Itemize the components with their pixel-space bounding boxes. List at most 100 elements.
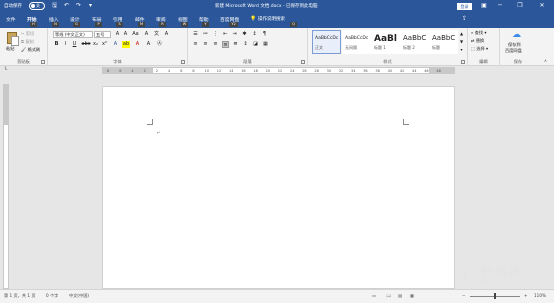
styles-more-icon[interactable]: ▾ (458, 46, 465, 53)
style-item[interactable]: AaBl 标题 1 (371, 30, 400, 54)
status-bar: 第 1 页，共 1 页 0 个字 中文(中国) ▭ 📖 ▤ ▦ − + 110% (0, 289, 554, 303)
find-button[interactable]: ⌕ 查找 ▾ (471, 30, 487, 36)
web-layout-icon[interactable]: ▦ (410, 293, 414, 298)
styles-scroll-down-icon[interactable]: ▼ (458, 38, 465, 45)
paste-icon[interactable] (7, 32, 19, 46)
vertical-ruler[interactable] (3, 84, 9, 289)
shrink-font-icon[interactable]: A (122, 31, 129, 38)
page-count[interactable]: 第 1 页，共 1 页 (4, 293, 36, 299)
baidu-cloud-icon[interactable]: ☁ (512, 30, 521, 40)
undo-icon[interactable]: ↶ (64, 2, 69, 10)
grow-font-icon[interactable]: A (114, 31, 121, 38)
tab-selector-icon[interactable]: └ (4, 67, 7, 73)
read-mode-icon[interactable]: 📖 (386, 293, 391, 299)
highlight-icon[interactable]: ab (122, 41, 130, 48)
style-item[interactable]: AaBbC 标题 (429, 30, 458, 54)
ruler-number: 8 (192, 69, 195, 73)
line-spacing-icon[interactable]: ↕ (242, 41, 249, 48)
subscript-icon[interactable]: x₂ (92, 41, 99, 48)
styles-launcher[interactable] (461, 60, 465, 64)
change-case-icon[interactable]: Aa (132, 31, 139, 38)
horizontal-ruler[interactable]: 8 6 4 2 2 4 6 8 10 12 14 16 18 20 22 24 26 28 30 32 34 36 38 40… (102, 67, 455, 74)
ruler-number: 4 (168, 69, 171, 73)
save-icon[interactable]: 🖫 (52, 2, 57, 10)
italic-icon[interactable]: I (62, 41, 69, 48)
align-center-icon[interactable]: ≡ (202, 41, 209, 48)
phonetic-guide-icon[interactable]: 文 (153, 31, 160, 38)
borders-icon[interactable]: ▦ (262, 41, 269, 48)
distributed-icon[interactable]: ≣ (232, 41, 239, 48)
signin-button[interactable]: 登录 (457, 3, 472, 10)
ruler-number: 26 (302, 69, 307, 73)
customize-qat-icon[interactable]: ▾ (89, 2, 92, 10)
redo-icon[interactable]: ↷ (76, 2, 81, 10)
ruler-number: 28 (314, 69, 319, 73)
language[interactable]: 中文(中国) (69, 293, 89, 299)
keytip: H (30, 22, 37, 27)
ruler-number: 44 (412, 69, 417, 73)
close-icon[interactable]: ✕ (536, 1, 548, 11)
increase-indent-icon[interactable]: ⇥ (231, 31, 238, 38)
document-page[interactable]: ↵ (102, 86, 455, 289)
autosave-toggle[interactable]: 关 (29, 2, 45, 10)
zoom-slider-knob[interactable] (494, 293, 496, 299)
enclose-char-icon[interactable]: Ⓐ (156, 41, 163, 48)
style-item[interactable]: AaBbCcDc 正文 (312, 30, 341, 54)
collapse-ribbon-icon[interactable]: ∧ (544, 58, 547, 63)
restore-icon[interactable]: ❐ (514, 1, 526, 11)
paste-button[interactable]: 粘贴 (6, 46, 14, 52)
zoom-in-icon[interactable]: + (524, 293, 528, 298)
show-marks-icon[interactable]: ¶ (261, 31, 268, 38)
format-painter-button[interactable]: 🖌 格式刷 (21, 47, 40, 53)
vruler-margin-top (4, 85, 8, 125)
tab-file[interactable]: 文件 (6, 16, 16, 23)
baidu-save-line2[interactable]: 百度网盘 (505, 48, 522, 54)
multilevel-list-icon[interactable]: ⋮ (212, 31, 219, 38)
zoom-out-icon[interactable]: − (462, 293, 466, 298)
style-name: 标题 2 (403, 45, 415, 50)
decrease-indent-icon[interactable]: ⇤ (222, 31, 229, 38)
justify-icon[interactable]: ≡ (222, 41, 229, 48)
print-layout-icon[interactable]: ▤ (398, 293, 402, 298)
char-shading-icon[interactable]: A (145, 41, 152, 48)
styles-scroll-up-icon[interactable]: ▲ (458, 30, 465, 37)
paragraph-group: ☰ ≔ ⋮ ⇤ ⇥ ✱ ↕ ¶ ≡ ≡ ≡ ≡ ≣ ↕ ◪ ▦ 段落 (188, 28, 308, 66)
ribbon-display-icon[interactable]: ▣ (478, 1, 490, 11)
select-label: 选择 (476, 46, 485, 51)
char-border-icon[interactable]: A (163, 31, 170, 38)
style-item[interactable]: AaBbC 标题 2 (400, 30, 429, 54)
focus-icon[interactable]: ▭ (372, 293, 376, 298)
minimize-icon[interactable]: ─ (494, 1, 506, 11)
style-preview: AaBbC (403, 34, 427, 42)
clear-format-icon[interactable]: A (143, 31, 150, 38)
copy-button[interactable]: ⧉ 复制 (21, 39, 34, 45)
ruler-number: 2 (155, 69, 159, 73)
font-name-select[interactable]: 等线 (中文正文) (53, 31, 93, 38)
replace-button[interactable]: ⇄ 替换 (471, 38, 484, 44)
clipboard-launcher[interactable] (41, 60, 45, 64)
font-color-icon[interactable]: A (134, 41, 141, 48)
align-left-icon[interactable]: ≡ (192, 41, 199, 48)
underline-icon[interactable]: U (71, 41, 78, 48)
paragraph-launcher[interactable] (301, 60, 305, 64)
strikethrough-icon[interactable]: abc (81, 41, 91, 48)
align-right-icon[interactable]: ≡ (212, 41, 219, 48)
chinese-layout-icon[interactable]: ✱ (241, 31, 248, 38)
text-effects-icon[interactable]: A (112, 41, 119, 48)
tell-me-search[interactable]: 操作说明搜索 (258, 16, 285, 22)
numbering-icon[interactable]: ≔ (202, 31, 209, 38)
share-icon[interactable]: ⇪ (462, 15, 467, 22)
select-button[interactable]: ⬚ 选择 ▾ (471, 46, 488, 52)
shading-icon[interactable]: ◪ (252, 41, 259, 48)
font-size-select[interactable]: 五号 (94, 31, 111, 38)
superscript-icon[interactable]: x² (101, 41, 108, 48)
cut-button[interactable]: ✂ 剪切 (21, 31, 34, 37)
word-count[interactable]: 0 个字 (46, 293, 58, 299)
ruler-number: 34 (351, 69, 356, 73)
sort-icon[interactable]: ↕ (251, 31, 258, 38)
bold-icon[interactable]: B (53, 41, 60, 48)
font-launcher[interactable] (181, 60, 185, 64)
zoom-level[interactable]: 110% (534, 293, 546, 298)
style-item[interactable]: AaBbCcDc 无间隔 (342, 30, 371, 54)
bullets-icon[interactable]: ☰ (192, 31, 199, 38)
